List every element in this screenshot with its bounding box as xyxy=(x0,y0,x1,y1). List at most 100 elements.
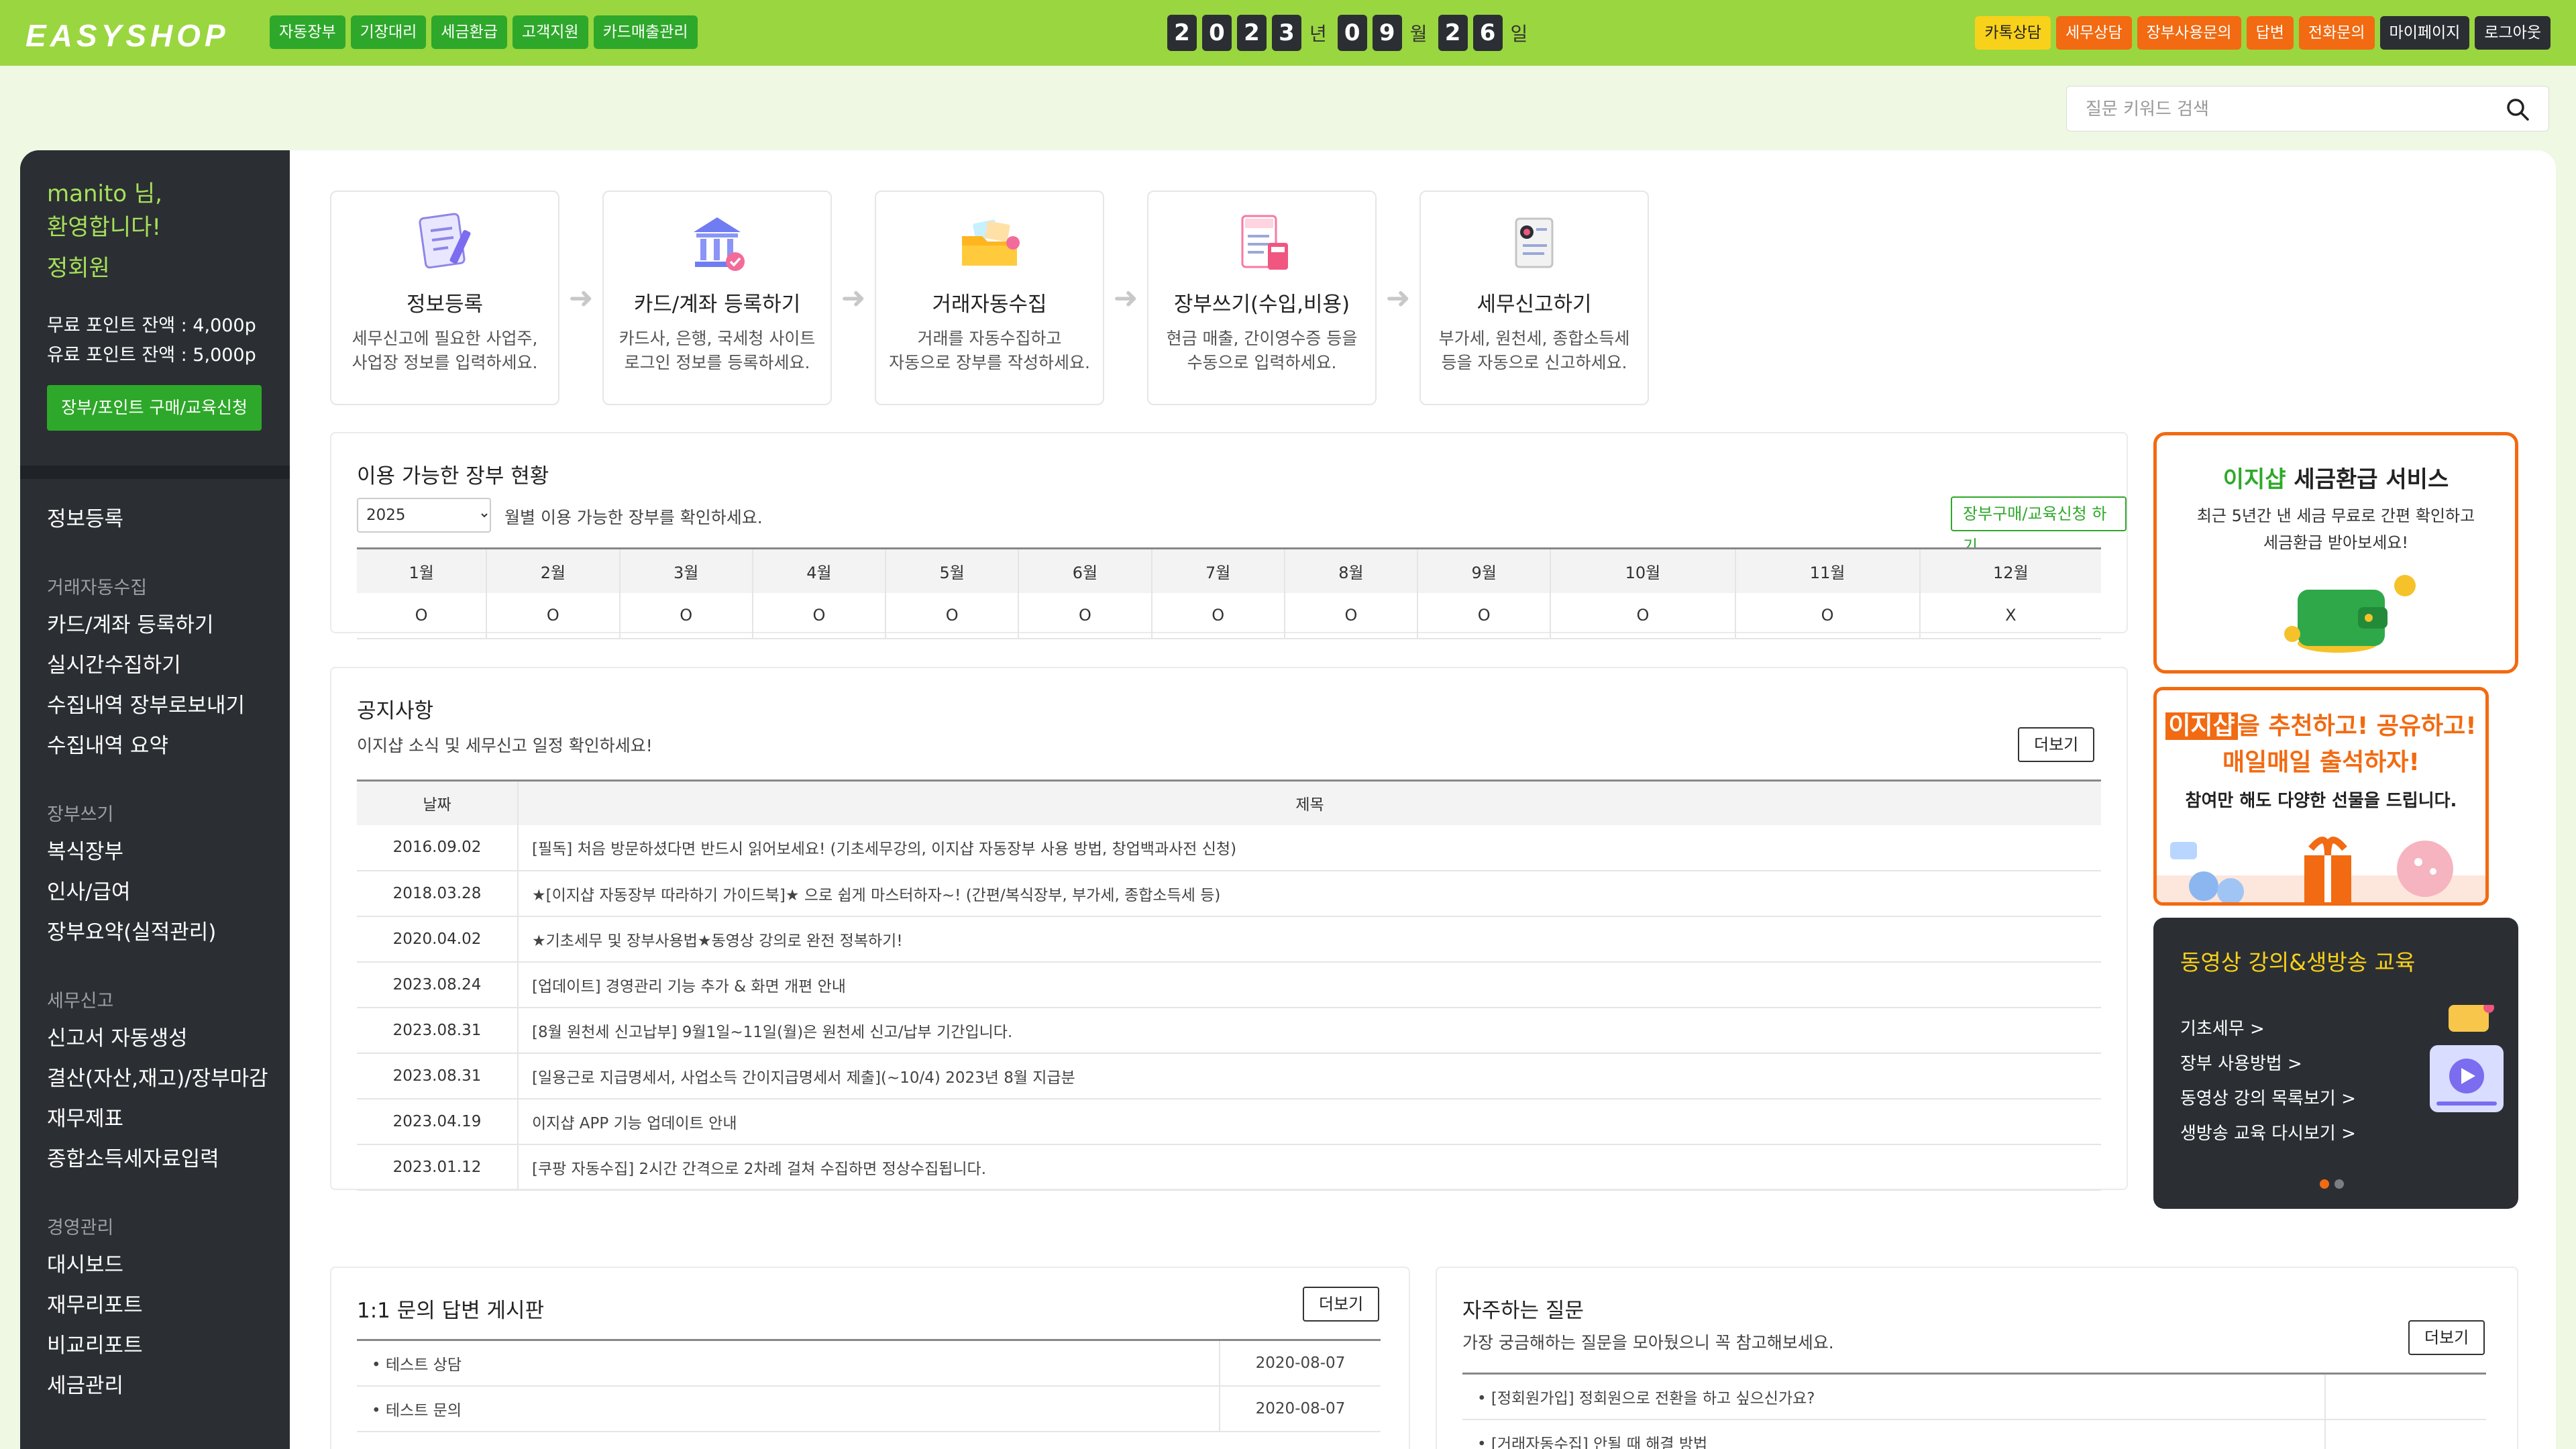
year-select[interactable]: 2025 xyxy=(357,498,491,533)
notice-link[interactable]: 이지샵 APP 기능 업데이트 안내 xyxy=(518,1098,2101,1145)
kakao-consult-button[interactable]: 카톡상담 xyxy=(1975,16,2051,50)
step-auto-collect[interactable]: 거래자동수집 거래를 자동수집하고 자동으로 장부를 작성하세요. xyxy=(875,191,1104,405)
sidebar-item-compare-report[interactable]: 비교리포트 xyxy=(47,1326,268,1366)
notice-link[interactable]: [쿠팡 자동수집] 2시간 간격으로 2차례 걸쳐 수집하면 정상수집됩니다. xyxy=(518,1144,2101,1191)
step-card-register[interactable]: 카드/계좌 등록하기 카드사, 은행, 국세청 사이트 로그인 정보를 등록하세요… xyxy=(602,191,832,405)
month-status: X xyxy=(1919,592,2101,639)
sidebar-item-auto-report[interactable]: 신고서 자동생성 xyxy=(47,1018,268,1059)
date-display: 2 0 2 3 년 0 9 월 2 6 일 xyxy=(1167,15,1533,51)
ledger-inquiry-button[interactable]: 장부사용문의 xyxy=(2137,16,2241,50)
video-play-icon xyxy=(2430,1005,2504,1112)
sidebar: manito 님, 환영합니다! 정회원 무료 포인트 잔액 : 4,000p … xyxy=(20,150,290,1449)
nav-tax-refund[interactable]: 세금환급 xyxy=(431,15,507,49)
recommend-banner[interactable]: 이지샵 을 추천하고! 공유하고! 매일매일 출석하자! 참여만 해도 다양한 선… xyxy=(2153,687,2489,906)
notice-date: 2023.04.19 xyxy=(357,1098,519,1145)
step-info[interactable]: 정보등록 세무신고에 필요한 사업주, 사업장 정보를 입력하세요. xyxy=(330,191,559,405)
col-title: 제목 xyxy=(517,780,2101,825)
sidebar-item-dashboard[interactable]: 대시보드 xyxy=(47,1245,268,1285)
month-header: 3월 xyxy=(619,547,753,593)
phone-inquiry-button[interactable]: 전화문의 xyxy=(2298,16,2375,50)
faq-subtitle: 가장 궁금해하는 질문을 모아뒀으니 꼭 참고해보세요. xyxy=(1462,1333,1834,1352)
sidebar-item-financial-report[interactable]: 재무리포트 xyxy=(47,1285,268,1326)
date-digit: 0 xyxy=(1337,15,1367,51)
tax-refund-banner[interactable]: 이지샵 세금환급 서비스 최근 5년간 낸 세금 무료로 간편 확인하고 세금환… xyxy=(2153,432,2518,674)
qna-link[interactable]: • 테스트 문의 xyxy=(357,1385,1220,1432)
nav-bookkeeping[interactable]: 기장대리 xyxy=(350,15,427,49)
table-row[interactable]: • [거래자동수집] 안될 때 해결 방법 xyxy=(1462,1419,2486,1449)
month-status: O xyxy=(486,592,620,639)
step-tax-report[interactable]: 세무신고하기 부가세, 원천세, 종합소득세 등을 자동으로 신고하세요. xyxy=(1419,191,1649,405)
qna-more-button[interactable]: 더보기 xyxy=(1303,1287,1380,1322)
sidebar-item-tax-management[interactable]: 세금관리 xyxy=(47,1366,268,1406)
sidebar-item-payroll[interactable]: 인사/급여 xyxy=(47,872,268,912)
arrow-right-icon: ➜ xyxy=(1385,280,1411,315)
sidebar-item-income-tax-input[interactable]: 종합소득세자료입력 xyxy=(47,1139,268,1179)
table-row[interactable]: 2023.01.12 [쿠팡 자동수집] 2시간 간격으로 2차례 걸쳐 수집하면… xyxy=(357,1144,2101,1191)
faq-more-button[interactable]: 더보기 xyxy=(2408,1320,2485,1355)
arrow-right-icon: ➜ xyxy=(568,280,594,315)
table-row[interactable]: 2023.08.24 [업데이트] 경영관리 기능 추가 & 화면 개편 안내 xyxy=(357,961,2101,1008)
notice-link[interactable]: ★[이지샵 자동장부 따라하기 가이드북]★ 으로 쉽게 마스터하자~! (간편… xyxy=(518,870,2101,917)
month-header: 2월 xyxy=(486,547,620,593)
welcome-text: 환영합니다! xyxy=(47,214,162,241)
logo[interactable]: EASYSHOP xyxy=(25,17,229,54)
search-input[interactable] xyxy=(2086,96,2488,123)
notice-more-button[interactable]: 더보기 xyxy=(2018,727,2095,762)
month-header: 4월 xyxy=(751,547,886,593)
sidebar-item-closing[interactable]: 결산(자산,재고)/장부마감 xyxy=(47,1059,268,1099)
answer-button[interactable]: 답변 xyxy=(2246,16,2294,50)
buy-points-button[interactable]: 장부/포인트 구매/교육신청 xyxy=(47,385,262,431)
sidebar-item-financial-statements[interactable]: 재무제표 xyxy=(47,1099,268,1139)
tax-consult-button[interactable]: 세무상담 xyxy=(2055,16,2132,50)
notice-link[interactable]: ★기초세무 및 장부사용법★동영상 강의로 완전 정복하기! xyxy=(518,916,2101,963)
table-row[interactable]: 2018.03.28 ★[이지샵 자동장부 따라하기 가이드북]★ 으로 쉽게 마… xyxy=(357,870,2101,917)
table-row[interactable]: 2023.08.31 [8월 원천세 신고납부] 9월1일~11일(월)은 원천세… xyxy=(357,1007,2101,1054)
logout-button[interactable]: 로그아웃 xyxy=(2475,16,2551,50)
table-row[interactable]: 2016.09.02 [필독] 처음 방문하셨다면 반드시 읽어보세요! (기초세… xyxy=(357,824,2101,871)
notice-link[interactable]: [필독] 처음 방문하셨다면 반드시 읽어보세요! (기초세무강의, 이지샵 자… xyxy=(518,824,2101,871)
notice-link[interactable]: [업데이트] 경영관리 기능 추가 & 화면 개편 안내 xyxy=(518,961,2101,1008)
notice-date: 2020.04.02 xyxy=(357,916,519,963)
video-link-list[interactable]: 동영상 강의 목록보기 > xyxy=(2180,1081,2356,1116)
sidebar-item-realtime-collect[interactable]: 실시간수집하기 xyxy=(47,645,268,686)
sidebar-item-ledger-summary[interactable]: 장부요약(실적관리) xyxy=(47,912,268,953)
sidebar-item-info[interactable]: 정보등록 xyxy=(47,499,268,539)
sidebar-item-double-entry[interactable]: 복식장부 xyxy=(47,832,268,872)
arrow-right-icon: ➜ xyxy=(1113,280,1138,315)
qna-link[interactable]: • 테스트 상담 xyxy=(357,1340,1220,1387)
faq-link[interactable]: • [정회원가입] 정회원으로 전환을 하고 싶으신가요? xyxy=(1462,1373,2325,1420)
search-icon[interactable] xyxy=(2506,97,2530,121)
sidebar-item-send-ledger[interactable]: 수집내역 장부로보내기 xyxy=(47,686,268,726)
date-digit: 2 xyxy=(1167,15,1197,51)
table-row[interactable]: 2023.08.31 [일용근로 지급명세서, 사업소득 간이지급명세서 제출](… xyxy=(357,1053,2101,1099)
notice-link[interactable]: [일용근로 지급명세서, 사업소득 간이지급명세서 제출](~10/4) 202… xyxy=(518,1053,2101,1099)
step-write-ledger[interactable]: 장부쓰기(수입,비용) 현금 매출, 간이영수증 등을 수동으로 입력하세요. xyxy=(1147,191,1377,405)
video-link-basic[interactable]: 기초세무 > xyxy=(2180,1012,2356,1046)
table-row[interactable]: 2020.04.02 ★기초세무 및 장부사용법★동영상 강의로 완전 정복하기! xyxy=(357,916,2101,963)
faq-empty-cell xyxy=(2324,1419,2486,1449)
month-header: 7월 xyxy=(1150,547,1285,593)
table-row[interactable]: 2023.04.19 이지샵 APP 기능 업데이트 안내 xyxy=(357,1098,2101,1145)
nav-auto-ledger[interactable]: 자동장부 xyxy=(270,15,345,49)
video-link-replay[interactable]: 생방송 교육 다시보기 > xyxy=(2180,1116,2356,1151)
table-row[interactable]: • 테스트 상담 2020-08-07 xyxy=(357,1340,1381,1387)
mypage-button[interactable]: 마이페이지 xyxy=(2379,16,2470,50)
nav-card-sales[interactable]: 카드매출관리 xyxy=(593,15,698,49)
month-header: 1월 xyxy=(357,547,487,593)
month-header: 5월 xyxy=(885,547,1019,593)
ledger-buy-button[interactable]: 장부구매/교육신청 하기 xyxy=(1951,496,2127,555)
table-row[interactable]: • 테스트 문의 2020-08-07 xyxy=(357,1385,1381,1432)
month-header: 9월 xyxy=(1417,547,1551,593)
brand-name: 이지샵 xyxy=(2222,466,2286,493)
sidebar-item-collect-summary[interactable]: 수집내역 요약 xyxy=(47,726,268,766)
qna-date: 2020-08-07 xyxy=(1219,1340,1381,1387)
video-link-howto[interactable]: 장부 사용방법 > xyxy=(2180,1046,2356,1081)
month-status: O xyxy=(619,592,753,639)
faq-link[interactable]: • [거래자동수집] 안될 때 해결 방법 xyxy=(1462,1419,2325,1449)
carousel-dot[interactable] xyxy=(2334,1179,2344,1189)
notice-link[interactable]: [8월 원천세 신고납부] 9월1일~11일(월)은 원천세 신고/납부 기간입… xyxy=(518,1007,2101,1054)
nav-support[interactable]: 고객지원 xyxy=(512,15,588,49)
carousel-dot-active[interactable] xyxy=(2320,1179,2329,1189)
table-row[interactable]: • [정회원가입] 정회원으로 전환을 하고 싶으신가요? xyxy=(1462,1373,2486,1420)
sidebar-item-card-register[interactable]: 카드/계좌 등록하기 xyxy=(47,605,268,645)
